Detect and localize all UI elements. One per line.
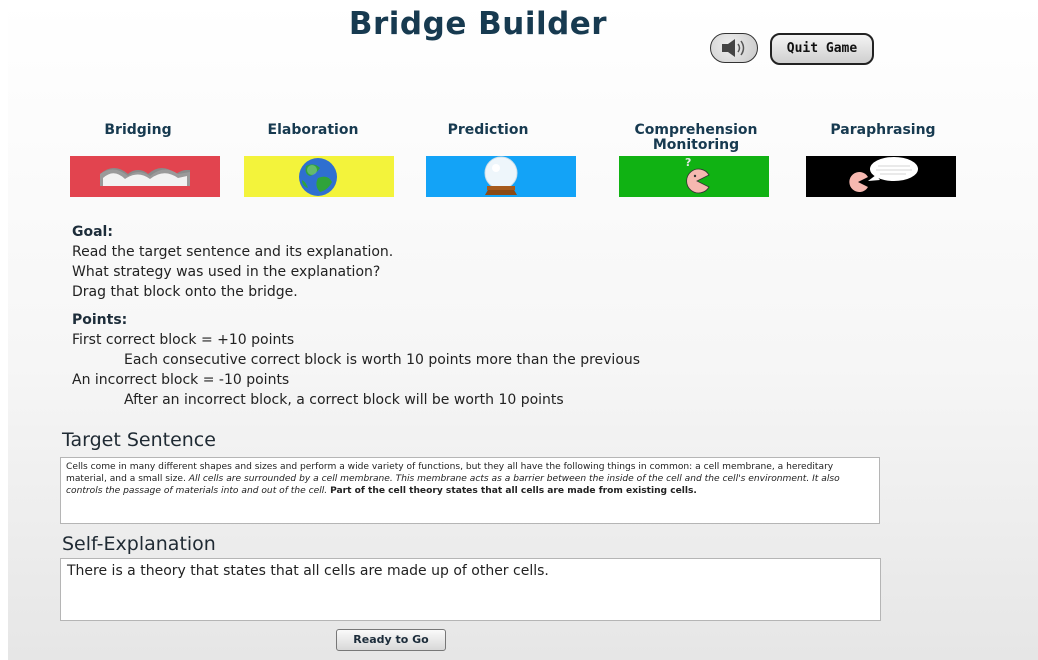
instructions-panel: Goal: Read the target sentence and its e… [72,222,640,410]
goal-line: What strategy was used in the explanatio… [72,264,381,280]
crystal-ball-icon [426,156,576,197]
target-sentence-text: Part of the cell theory states that all … [330,486,697,496]
goal-heading: Goal: [72,224,113,240]
points-line: After an incorrect block, a correct bloc… [124,392,564,408]
strategy-label-paraphrasing: Paraphrasing [830,122,936,138]
strategy-label-elaboration: Elaboration [267,122,359,138]
target-sentence-heading: Target Sentence [62,429,216,451]
strategy-block-comprehension-monitoring[interactable]: ? [619,156,769,197]
points-heading: Points: [72,312,128,328]
strategy-block-prediction[interactable] [426,156,576,197]
goal-line: Drag that block onto the bridge. [72,284,298,300]
goal-line: Read the target sentence and its explana… [72,244,394,260]
sound-toggle-button[interactable] [710,33,758,63]
bridge-icon [70,156,220,197]
speech-bubble-icon [806,156,956,197]
strategy-label-comprehension-monitoring: Comprehension Monitoring [606,123,786,153]
strategy-block-paraphrasing[interactable] [806,156,956,197]
strategy-label-line: Comprehension [634,122,758,138]
points-line: An incorrect block = -10 points [72,372,290,388]
strategy-block-elaboration[interactable] [244,156,394,197]
self-explanation-box: There is a theory that states that all c… [60,558,881,621]
game-area: Bridge Builder Quit Game Bridging Elabor… [8,0,1038,660]
pacman-question-icon: ? [619,156,769,197]
points-line: Each consecutive correct block is worth … [124,352,641,368]
strategy-label-line: Monitoring [652,137,740,153]
target-sentence-box: Cells come in many different shapes and … [60,457,880,524]
game-title: Bridge Builder [348,6,608,42]
quit-game-button[interactable]: Quit Game [770,33,874,65]
svg-text:?: ? [685,156,691,169]
strategy-label-bridging: Bridging [104,122,172,138]
ready-to-go-button[interactable]: Ready to Go [336,629,446,651]
strategy-label-prediction: Prediction [447,122,529,138]
globe-icon [244,156,394,197]
self-explanation-heading: Self-Explanation [62,533,216,555]
speaker-icon [722,39,745,57]
points-line: First correct block = +10 points [72,332,295,348]
strategy-block-bridging[interactable] [70,156,220,197]
